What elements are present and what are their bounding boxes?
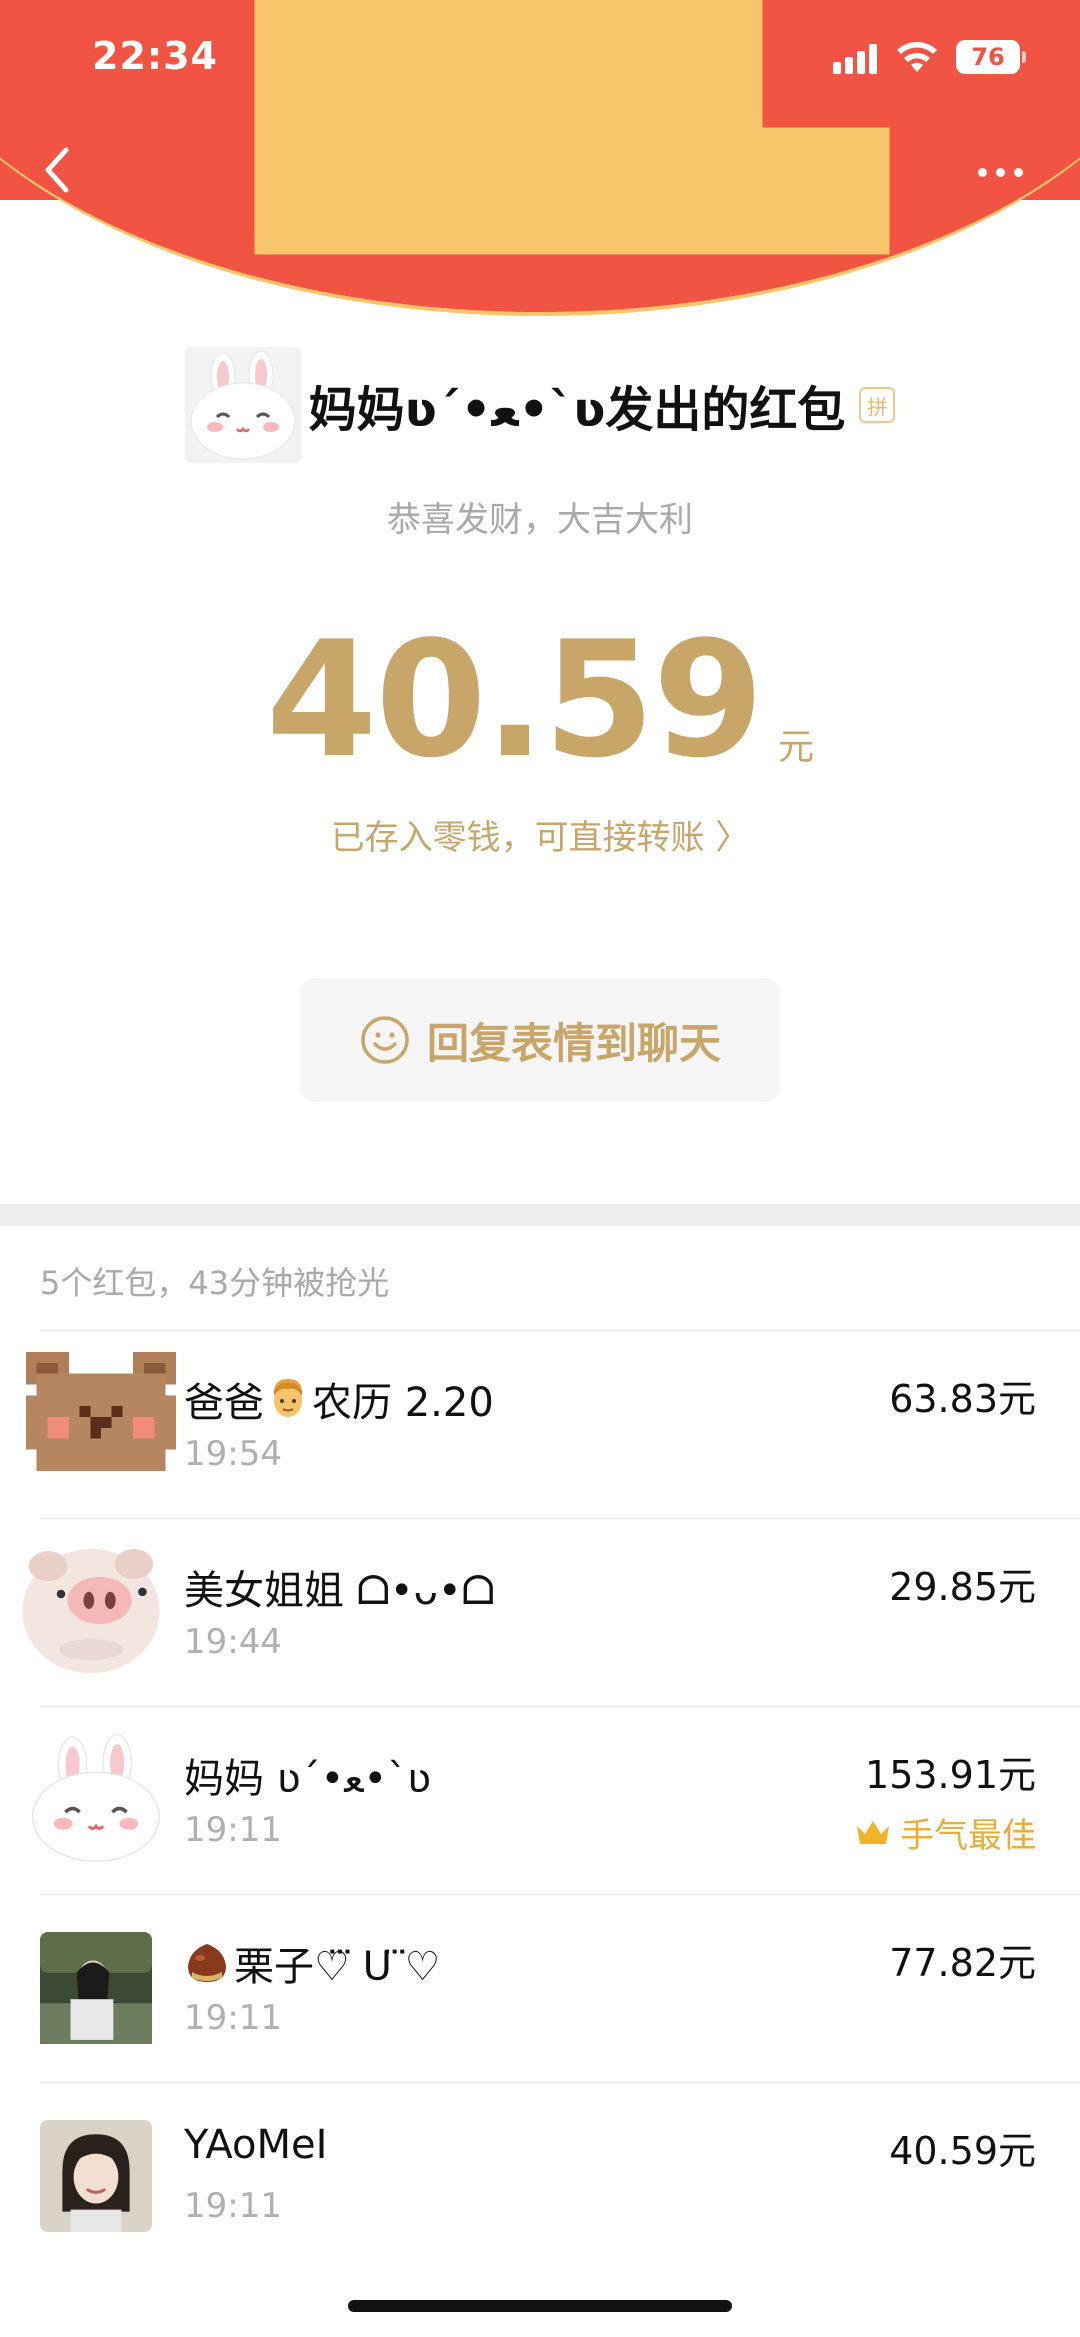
blessing-text: 恭喜发财，大吉大利 — [387, 500, 693, 540]
list-item[interactable]: 美女姐姐 ᗝ•ᴗ•ᗝ 19:44 29.85元 — [0, 1518, 1080, 1706]
record-time: 19:44 — [184, 1622, 282, 1662]
record-amount: 77.82元 — [889, 1941, 1036, 1985]
record-time: 19:11 — [184, 1810, 282, 1850]
chestnut-emoji — [188, 1944, 226, 1982]
record-amount: 153.91元 — [865, 1753, 1036, 1797]
list-item[interactable]: 栗子♡⃛ ᑌ ⃛♡ 19:11 77.82元 — [0, 1894, 1080, 2082]
list-item[interactable]: 爸爸 农历 2.20 19:54 63.83元 — [0, 1330, 1080, 1518]
pin-badge: 拼 — [859, 387, 896, 423]
crown-icon — [857, 1820, 889, 1844]
section-divider — [0, 1204, 1080, 1226]
bear-avatar[interactable] — [26, 1352, 176, 1482]
record-name: YAoMeI — [184, 2122, 328, 2168]
piglet-avatar[interactable] — [16, 1534, 166, 1684]
sender-name: 妈妈ʋ´•ﻌ•`ʋ发出的红包 — [308, 382, 846, 438]
bunny-avatar[interactable] — [184, 347, 301, 463]
more-icon[interactable] — [978, 152, 1034, 192]
record-time: 19:54 — [184, 1434, 282, 1474]
signal-icon — [833, 44, 879, 74]
record-amount: 63.83元 — [889, 1377, 1036, 1421]
bunny-avatar[interactable] — [28, 1730, 164, 1866]
amount-row: 40.59 元 — [0, 620, 1080, 780]
back-icon[interactable] — [38, 140, 78, 200]
photo-avatar[interactable] — [40, 1932, 152, 2044]
smiley-icon — [361, 1016, 409, 1064]
list-item[interactable]: YAoMeI 19:11 40.59元 — [0, 2082, 1080, 2270]
record-name: 美女姐姐 ᗝ•ᴗ•ᗝ — [184, 1568, 495, 1614]
battery-icon: 76 — [956, 40, 1026, 74]
home-indicator[interactable] — [348, 2300, 732, 2312]
wallet-link[interactable]: 已存入零钱，可直接转账 〉 — [0, 810, 1080, 859]
reply-emoji-button[interactable]: 回复表情到聊天 — [300, 978, 780, 1102]
best-luck-badge: 手气最佳 — [854, 1808, 1036, 1857]
record-amount: 29.85元 — [889, 1565, 1036, 1609]
record-amount: 40.59元 — [889, 2129, 1036, 2173]
status-time: 22:34 — [92, 34, 218, 78]
record-time: 19:11 — [184, 1998, 282, 2038]
records-list: 爸爸 农历 2.20 19:54 63.83元 美女姐姐 ᗝ•ᴗ•ᗝ 19:44… — [0, 1330, 1080, 2270]
packet-summary: 5个红包，43分钟被抢光 — [40, 1264, 390, 1302]
reply-button-label: 回复表情到聊天 — [426, 1018, 721, 1068]
record-name: 妈妈 ʋ´•ﻌ•`ʋ — [184, 1756, 432, 1802]
sender-row: 妈妈ʋ´•ﻌ•`ʋ发出的红包 拼 — [0, 347, 1080, 463]
list-item[interactable]: 妈妈 ʋ´•ﻌ•`ʋ 19:11 153.91元 手气最佳 — [0, 1706, 1080, 1894]
record-name: 栗子♡⃛ ᑌ ⃛♡ — [184, 1934, 440, 1992]
man-emoji — [274, 1379, 302, 1417]
girl-photo-avatar[interactable] — [40, 2120, 152, 2232]
status-bar: 22:34 76 — [0, 0, 1080, 120]
record-name: 爸爸 农历 2.20 — [184, 1370, 494, 1428]
wifi-icon — [897, 42, 937, 72]
received-amount: 40.59 — [265, 606, 764, 793]
record-time: 19:11 — [184, 2186, 282, 2226]
amount-unit: 元 — [778, 727, 815, 768]
